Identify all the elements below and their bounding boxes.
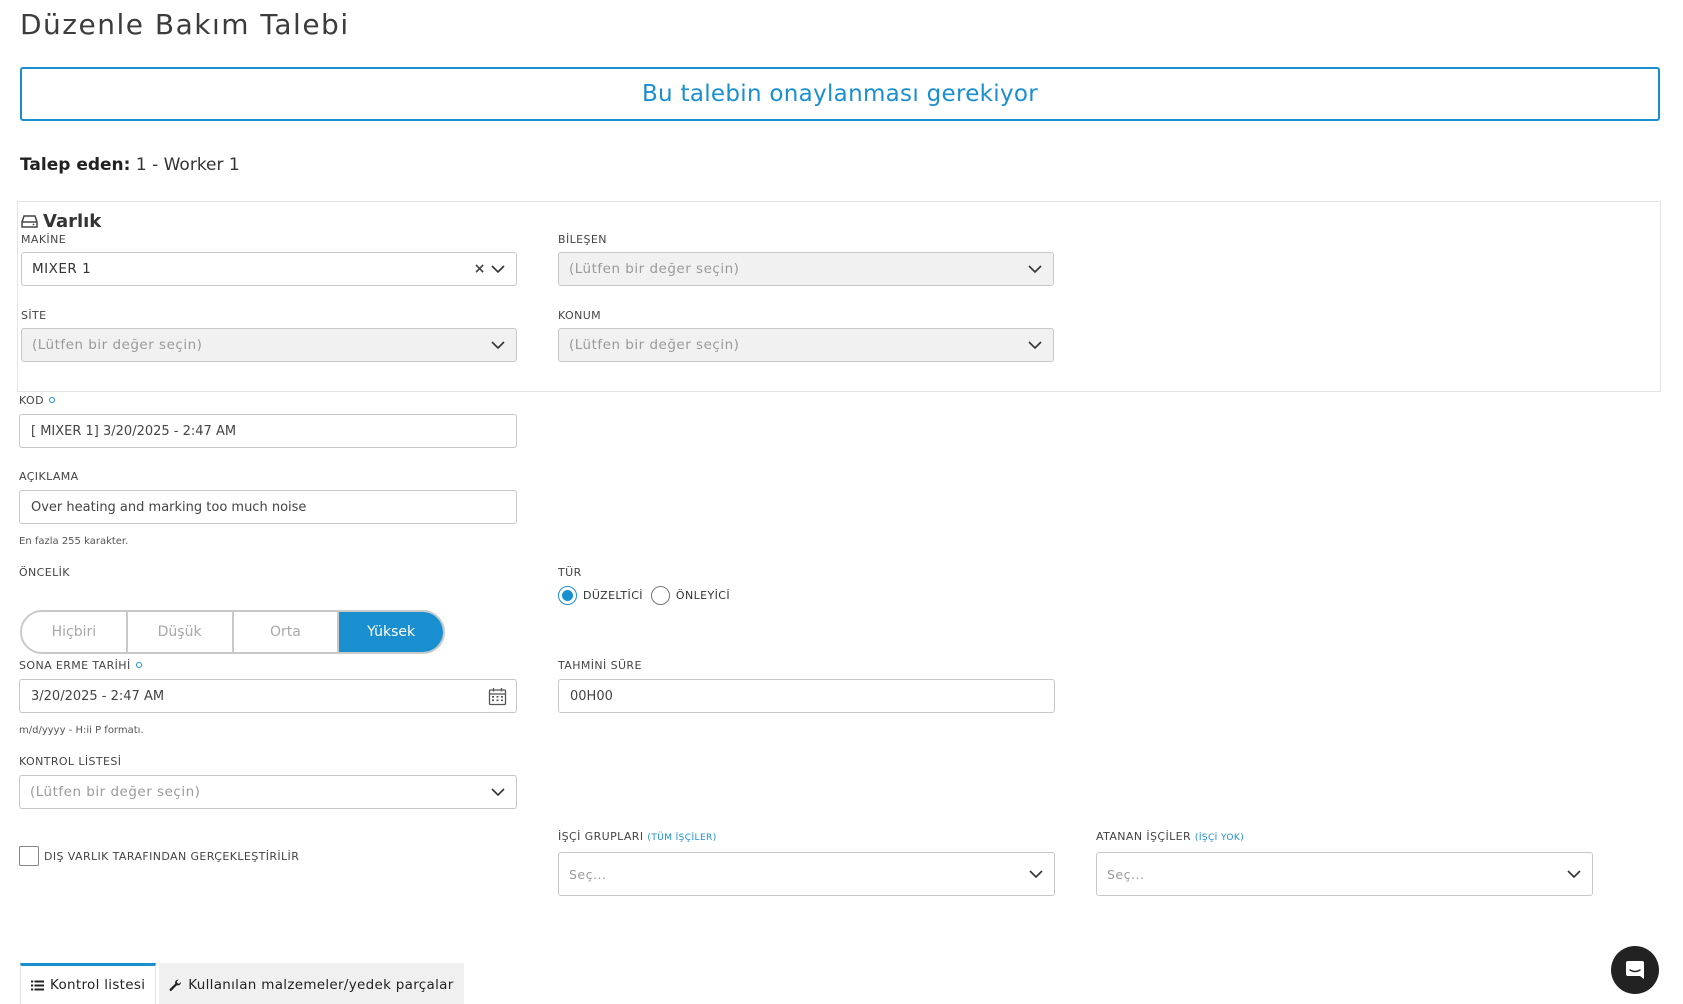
tab-checklist-label: Kontrol listesi	[50, 977, 146, 993]
checklist-select[interactable]: (Lütfen bir değer seçin)	[19, 775, 517, 809]
location-placeholder: (Lütfen bir değer seçin)	[569, 337, 740, 353]
required-icon	[135, 662, 142, 668]
chevron-down-icon	[1028, 265, 1042, 274]
tab-materials[interactable]: Kullanılan malzemeler/yedek parçalar	[159, 963, 464, 1004]
type-radio-group: DÜZELTİCİ ÖNLEYİCİ	[558, 586, 730, 605]
due-date-input[interactable]: 3/20/2025 - 2:47 AM	[19, 679, 517, 713]
calendar-icon[interactable]	[488, 687, 507, 706]
component-select[interactable]: (Lütfen bir değer seçin)	[558, 252, 1054, 286]
worker-groups-note[interactable]: (TÜM İŞÇİLER)	[647, 833, 716, 843]
estimated-duration-input[interactable]: 00H00	[558, 679, 1055, 713]
code-input[interactable]: [ MIXER 1] 3/20/2025 - 2:47 AM	[19, 414, 517, 448]
type-radio-corrective[interactable]	[558, 586, 577, 605]
external-checkbox-row: DIŞ VARLIK TARAFINDAN GERÇEKLEŞTİRİLİR	[19, 846, 299, 866]
priority-label: ÖNCELİK	[19, 566, 70, 579]
priority-option-medium[interactable]: Orta	[233, 612, 340, 652]
list-icon	[31, 980, 44, 990]
external-label[interactable]: DIŞ VARLIK TARAFINDAN GERÇEKLEŞTİRİLİR	[44, 850, 299, 863]
checklist-label: KONTROL LİSTESİ	[19, 755, 122, 768]
approval-banner: Bu talebin onaylanması gerekiyor	[20, 67, 1660, 121]
estimated-duration-label: TAHMİNİ SÜRE	[558, 659, 642, 672]
chevron-down-icon	[1567, 870, 1581, 879]
asset-title: Varlık	[21, 211, 101, 232]
clear-icon[interactable]: ×	[474, 261, 486, 277]
chevron-down-icon	[1028, 341, 1042, 350]
bottom-tabs: Kontrol listesi Kullanılan malzemeler/ye…	[20, 963, 467, 1004]
component-label: BİLEŞEN	[558, 233, 607, 246]
external-checkbox[interactable]	[19, 846, 39, 866]
worker-groups-placeholder: Seç...	[569, 866, 607, 882]
chat-icon	[1626, 961, 1644, 979]
asset-title-label: Varlık	[43, 211, 102, 232]
site-select[interactable]: (Lütfen bir değer seçin)	[21, 328, 517, 362]
chevron-down-icon	[491, 341, 505, 350]
priority-option-none[interactable]: Hiçbiri	[22, 612, 128, 652]
estimated-duration-value: 00H00	[570, 688, 613, 704]
tab-materials-label: Kullanılan malzemeler/yedek parçalar	[188, 977, 454, 993]
description-input[interactable]: Over heating and marking too much noise	[19, 490, 517, 524]
machine-value: MIXER 1	[32, 261, 92, 277]
assigned-workers-label-text: ATANAN İŞÇİLER	[1096, 830, 1192, 843]
code-value: [ MIXER 1] 3/20/2025 - 2:47 AM	[31, 423, 237, 439]
approval-banner-text: Bu talebin onaylanması gerekiyor	[641, 81, 1039, 107]
location-select[interactable]: (Lütfen bir değer seçin)	[558, 328, 1054, 362]
page-title: Düzenle Bakım Talebi	[20, 8, 350, 41]
machine-label: MAKİNE	[21, 233, 67, 246]
type-label: TÜR	[558, 566, 582, 579]
code-label-text: KOD	[19, 394, 44, 407]
due-date-value: 3/20/2025 - 2:47 AM	[31, 688, 165, 704]
location-label: KONUM	[558, 309, 602, 322]
assigned-workers-note[interactable]: (İŞÇİ YOK)	[1195, 833, 1244, 843]
worker-groups-label-text: İŞÇİ GRUPLARI	[558, 830, 644, 843]
worker-groups-select[interactable]: Seç...	[558, 852, 1055, 896]
component-placeholder: (Lütfen bir değer seçin)	[569, 261, 740, 277]
checklist-placeholder: (Lütfen bir değer seçin)	[30, 784, 201, 800]
requester-label: Talep eden:	[20, 155, 131, 175]
site-placeholder: (Lütfen bir değer seçin)	[32, 337, 203, 353]
wrench-icon	[169, 979, 182, 991]
machine-select[interactable]: MIXER 1 ×	[21, 252, 517, 286]
description-label: AÇIKLAMA	[19, 470, 79, 483]
priority-option-low[interactable]: Düşük	[127, 612, 234, 652]
due-date-hint: m/d/yyyy - H:ii P formatı.	[19, 725, 144, 736]
type-preventive-label[interactable]: ÖNLEYİCİ	[676, 589, 730, 602]
asset-icon	[21, 215, 38, 228]
tab-checklist[interactable]: Kontrol listesi	[20, 963, 157, 1004]
chat-button[interactable]	[1611, 946, 1659, 994]
priority-toggle: Hiçbiri Düşük Orta Yüksek	[20, 610, 445, 654]
type-corrective-label[interactable]: DÜZELTİCİ	[583, 589, 643, 602]
assigned-workers-placeholder: Seç...	[1107, 866, 1145, 882]
description-value: Over heating and marking too much noise	[31, 499, 307, 515]
requester: Talep eden: 1 - Worker 1	[20, 155, 240, 175]
chevron-down-icon	[1029, 870, 1043, 879]
assigned-workers-select[interactable]: Seç...	[1096, 852, 1593, 896]
due-date-label: SONA ERME TARİHİ	[19, 659, 142, 672]
site-label: SİTE	[21, 309, 47, 322]
priority-option-high[interactable]: Yüksek	[339, 612, 443, 652]
worker-groups-label: İŞÇİ GRUPLARI (TÜM İŞÇİLER)	[558, 830, 717, 843]
requester-value: 1 - Worker 1	[135, 155, 240, 175]
due-date-label-text: SONA ERME TARİHİ	[19, 659, 131, 672]
required-icon	[48, 397, 55, 403]
asset-panel	[17, 201, 1661, 392]
chevron-down-icon	[491, 788, 505, 797]
description-hint: En fazla 255 karakter.	[19, 536, 129, 547]
assigned-workers-label: ATANAN İŞÇİLER (İŞÇİ YOK)	[1096, 830, 1244, 843]
type-radio-preventive[interactable]	[650, 586, 670, 605]
code-label: KOD	[19, 394, 55, 407]
chevron-down-icon	[491, 265, 505, 274]
